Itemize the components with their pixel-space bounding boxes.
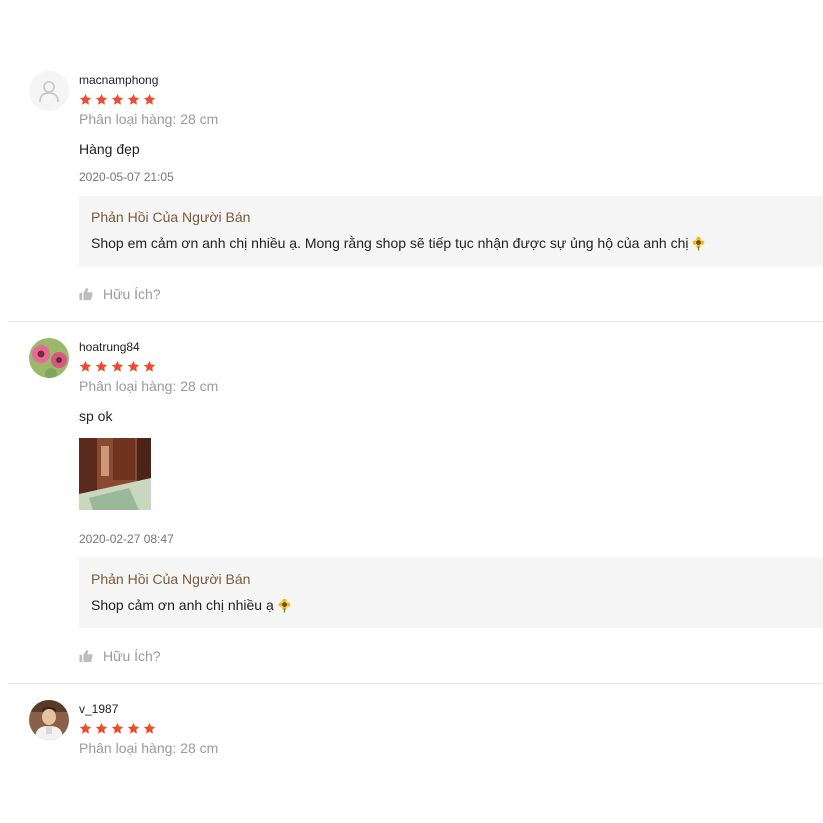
star-icon — [111, 360, 124, 372]
review-item: macnamphong Phân loại hàng: 28 cm Hàng đ… — [8, 0, 823, 322]
seller-reply-title: Phản Hồi Của Người Bán — [91, 571, 251, 587]
star-icon — [127, 93, 140, 105]
review-item: hoatrung84 Phân loại hàng: 28 cm sp ok 2… — [8, 322, 823, 684]
star-icon — [79, 360, 92, 372]
star-icon — [143, 360, 156, 372]
review-photo-image — [79, 438, 151, 510]
review-comment: sp ok — [79, 408, 113, 424]
thumbs-up-icon — [79, 649, 93, 663]
rating-stars — [79, 722, 823, 736]
helpful-label: Hữu Ích? — [103, 648, 161, 664]
product-variation: Phân loại hàng: 28 cm — [79, 740, 219, 756]
star-icon — [143, 722, 156, 734]
star-icon — [127, 722, 140, 734]
seller-reply: Phản Hồi Của Người Bán Shop cảm ơn anh c… — [79, 558, 823, 628]
review-photo-thumbnail[interactable] — [79, 438, 151, 510]
star-icon — [111, 722, 124, 734]
sunflower-emoji-icon — [693, 236, 705, 251]
person-avatar-image — [29, 700, 69, 740]
star-icon — [143, 93, 156, 105]
user-avatar[interactable] — [29, 700, 69, 740]
review-time: 2020-02-27 08:47 — [79, 532, 174, 546]
product-variation: Phân loại hàng: 28 cm — [79, 378, 219, 394]
review-time: 2020-05-07 21:05 — [79, 170, 174, 184]
user-avatar[interactable] — [29, 71, 69, 111]
star-icon — [127, 360, 140, 372]
sunflower-emoji-icon — [278, 598, 291, 613]
helpful-button[interactable]: Hữu Ích? — [79, 286, 161, 302]
star-icon — [95, 722, 108, 734]
user-avatar[interactable] — [29, 338, 69, 378]
star-icon — [111, 93, 124, 105]
flower-avatar-image — [29, 338, 69, 378]
review-item: v_1987 Phân loại hàng: 28 cm — [8, 684, 823, 823]
review-username[interactable]: macnamphong — [79, 73, 823, 87]
thumbs-up-icon — [79, 287, 93, 301]
rating-stars — [79, 360, 823, 374]
review-username[interactable]: v_1987 — [79, 702, 823, 716]
user-placeholder-icon — [39, 81, 59, 103]
helpful-label: Hữu Ích? — [103, 286, 161, 302]
seller-reply-title: Phản Hồi Của Người Bán — [91, 209, 251, 225]
star-icon — [79, 722, 92, 734]
star-icon — [79, 93, 92, 105]
seller-reply: Phản Hồi Của Người Bán Shop em cảm ơn an… — [79, 196, 823, 266]
review-comment: Hàng đẹp — [79, 141, 140, 157]
review-username[interactable]: hoatrung84 — [79, 340, 823, 354]
seller-reply-text: Shop em cảm ơn anh chị nhiều ạ. Mong rằn… — [91, 235, 811, 251]
helpful-button[interactable]: Hữu Ích? — [79, 648, 161, 664]
star-icon — [95, 93, 108, 105]
seller-reply-text: Shop cảm ơn anh chị nhiều ạ — [91, 597, 811, 613]
star-icon — [95, 360, 108, 372]
rating-stars — [79, 93, 823, 107]
product-variation: Phân loại hàng: 28 cm — [79, 111, 219, 127]
